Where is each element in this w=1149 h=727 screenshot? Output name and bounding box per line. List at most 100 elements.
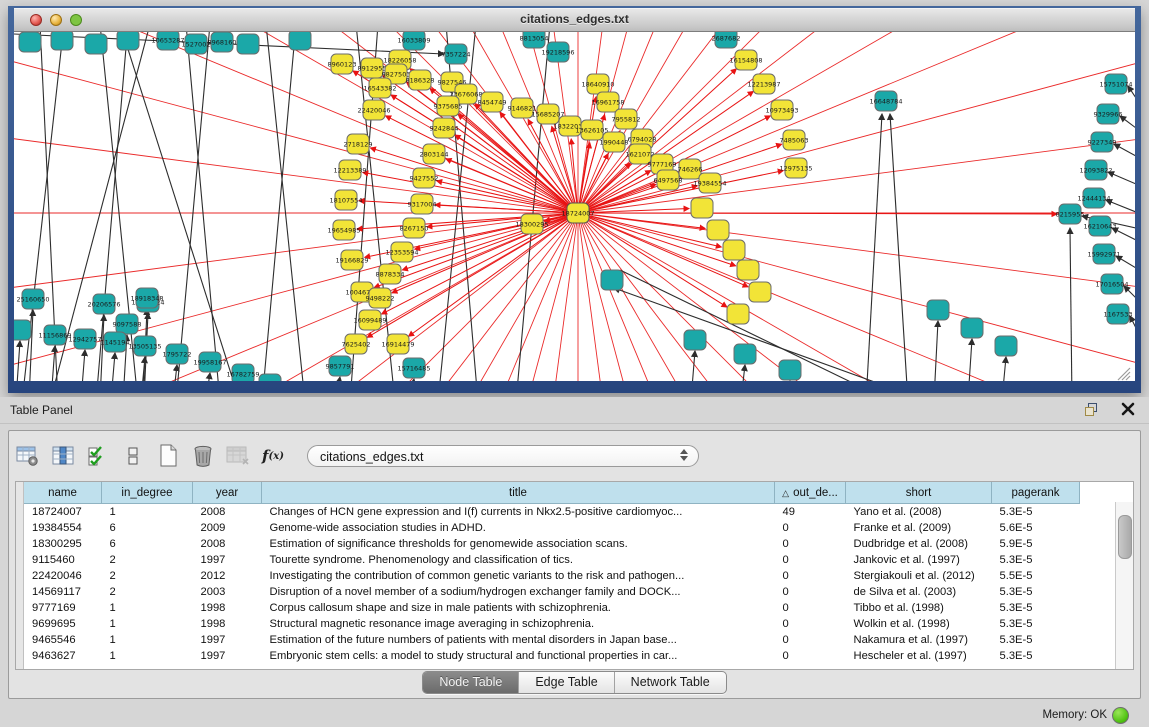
network-node[interactable] xyxy=(927,300,949,320)
network-node[interactable] xyxy=(85,34,107,54)
table-cell[interactable]: 0 xyxy=(775,568,846,584)
resize-grip-icon[interactable] xyxy=(1122,372,1130,380)
reference-edge[interactable] xyxy=(173,365,177,381)
table-cell[interactable]: 5.3E-5 xyxy=(992,600,1080,616)
table-cell[interactable]: 1 xyxy=(102,648,193,664)
table-cell[interactable]: Embryonic stem cells: a model to study s… xyxy=(262,648,775,664)
reference-edge[interactable] xyxy=(614,288,930,381)
table-cell[interactable]: 6 xyxy=(102,536,193,552)
table-cell[interactable]: 2003 xyxy=(193,584,262,600)
table-cell[interactable]: 1 xyxy=(102,632,193,648)
table-row[interactable]: 946362711997Embryonic stem cells: a mode… xyxy=(24,648,1080,664)
table-cell[interactable]: 1998 xyxy=(193,600,262,616)
table-row[interactable]: 1938455462009Genome-wide association stu… xyxy=(24,520,1080,536)
table-cell[interactable]: Jankovic et al. (1997) xyxy=(846,552,992,568)
table-cell[interactable]: Structural magnetic resonance image aver… xyxy=(262,616,775,632)
network-node[interactable] xyxy=(14,320,31,340)
network-node[interactable] xyxy=(684,330,706,350)
table-cell[interactable]: Nakamura et al. (1997) xyxy=(846,632,992,648)
table-cell[interactable]: 5.3E-5 xyxy=(992,552,1080,568)
table-cell[interactable]: 9699695 xyxy=(24,616,102,632)
citation-edge[interactable] xyxy=(402,213,578,270)
table-cell[interactable]: 14569117 xyxy=(24,584,102,600)
network-node[interactable] xyxy=(51,32,73,50)
window-titlebar[interactable]: citations_edges.txt xyxy=(14,8,1135,32)
table-cell[interactable]: 5.5E-5 xyxy=(992,568,1080,584)
network-node[interactable] xyxy=(19,32,41,52)
table-row[interactable]: 977716911998Corpus callosum shape and si… xyxy=(24,600,1080,616)
table-cell[interactable]: 0 xyxy=(775,584,846,600)
table-cell[interactable]: 1998 xyxy=(193,616,262,632)
table-cell[interactable]: 18300295 xyxy=(24,536,102,552)
table-cell[interactable]: 5.3E-5 xyxy=(992,584,1080,600)
table-cell[interactable]: 5.3E-5 xyxy=(992,648,1080,664)
reference-edge[interactable] xyxy=(206,373,210,381)
table-cell[interactable]: 9777169 xyxy=(24,600,102,616)
network-node[interactable] xyxy=(117,32,139,50)
column-header-outde[interactable]: △out_de... xyxy=(775,482,846,504)
reference-edge[interactable] xyxy=(51,346,55,381)
table-cell[interactable]: Wolkin et al. (1998) xyxy=(846,616,992,632)
table-row[interactable]: 1830029562008Estimation of significance … xyxy=(24,536,1080,552)
citation-network-graph[interactable]: 8960123891295518226058982750316543382818… xyxy=(14,32,1135,381)
table-cell[interactable]: Franke et al. (2009) xyxy=(846,520,992,536)
table-cell[interactable]: 1997 xyxy=(193,552,262,568)
table-cell[interactable]: 2008 xyxy=(193,504,262,521)
float-window-icon[interactable] xyxy=(1084,403,1099,417)
table-cell[interactable]: 2 xyxy=(102,584,193,600)
network-node[interactable] xyxy=(734,344,756,364)
row-height-icon[interactable] xyxy=(120,443,146,469)
table-cell[interactable]: Estimation of significance thresholds fo… xyxy=(262,536,775,552)
reference-edge[interactable] xyxy=(741,365,745,381)
table-cell[interactable]: 6 xyxy=(102,520,193,536)
table-row[interactable]: 2242004622012Investigating the contribut… xyxy=(24,568,1080,584)
delete-table-icon[interactable] xyxy=(190,443,216,469)
table-cell[interactable]: Estimation of the future numbers of pati… xyxy=(262,632,775,648)
table-cell[interactable]: 0 xyxy=(775,632,846,648)
column-header-name[interactable]: name xyxy=(24,482,102,504)
reference-edge[interactable] xyxy=(1002,357,1006,381)
table-settings-icon[interactable] xyxy=(15,443,41,469)
column-header-short[interactable]: short xyxy=(846,482,992,504)
reference-edge[interactable] xyxy=(1114,144,1135,156)
reference-edge[interactable] xyxy=(336,377,340,381)
memory-status-indicator[interactable] xyxy=(1112,707,1129,724)
table-cell[interactable]: 49 xyxy=(775,504,846,521)
table-cell[interactable]: 5.3E-5 xyxy=(992,504,1080,521)
table-cell[interactable]: 0 xyxy=(775,520,846,536)
network-node[interactable] xyxy=(289,32,311,50)
table-cell[interactable]: Hescheler et al. (1997) xyxy=(846,648,992,664)
table-cell[interactable]: Corpus callosum shape and size in male p… xyxy=(262,600,775,616)
column-header-indegree[interactable]: in_degree xyxy=(102,482,193,504)
table-cell[interactable]: 5.3E-5 xyxy=(992,616,1080,632)
node-attribute-table[interactable]: namein_degreeyeartitle△out_de...shortpag… xyxy=(24,482,1080,664)
table-cell[interactable]: 5.6E-5 xyxy=(992,520,1080,536)
table-cell[interactable]: Disruption of a novel member of a sodium… xyxy=(262,584,775,600)
scrollbar-thumb[interactable] xyxy=(1118,515,1132,559)
table-row[interactable]: 1456911722003Disruption of a novel membe… xyxy=(24,584,1080,600)
network-node[interactable] xyxy=(723,240,745,260)
citation-edge[interactable] xyxy=(578,213,727,307)
table-cell[interactable]: Genome-wide association studies in ADHD. xyxy=(262,520,775,536)
reference-edge[interactable] xyxy=(186,32,220,381)
tab-node-table[interactable]: Node Table xyxy=(423,672,519,693)
table-row[interactable]: 911546021997Tourette syndrome. Phenomeno… xyxy=(24,552,1080,568)
network-node[interactable] xyxy=(737,260,759,280)
table-row[interactable]: 969969511998Structural magnetic resonanc… xyxy=(24,616,1080,632)
table-cell[interactable]: Changes of HCN gene expression and I(f) … xyxy=(262,504,775,521)
table-cell[interactable]: 5.3E-5 xyxy=(992,632,1080,648)
column-chooser-icon[interactable] xyxy=(50,443,76,469)
column-header-year[interactable]: year xyxy=(193,482,262,504)
reference-edge[interactable] xyxy=(111,353,115,381)
tab-edge-table[interactable]: Edge Table xyxy=(519,672,614,693)
network-node[interactable] xyxy=(601,270,623,290)
network-node[interactable] xyxy=(749,282,771,302)
table-cell[interactable]: 2 xyxy=(102,568,193,584)
table-cell[interactable]: 22420046 xyxy=(24,568,102,584)
table-cell[interactable]: 2008 xyxy=(193,536,262,552)
network-node[interactable] xyxy=(707,220,729,240)
reference-edge[interactable] xyxy=(691,351,695,381)
resize-grip-icon[interactable] xyxy=(1126,376,1130,380)
table-cell[interactable]: 5.9E-5 xyxy=(992,536,1080,552)
column-header-title[interactable]: title xyxy=(262,482,775,504)
